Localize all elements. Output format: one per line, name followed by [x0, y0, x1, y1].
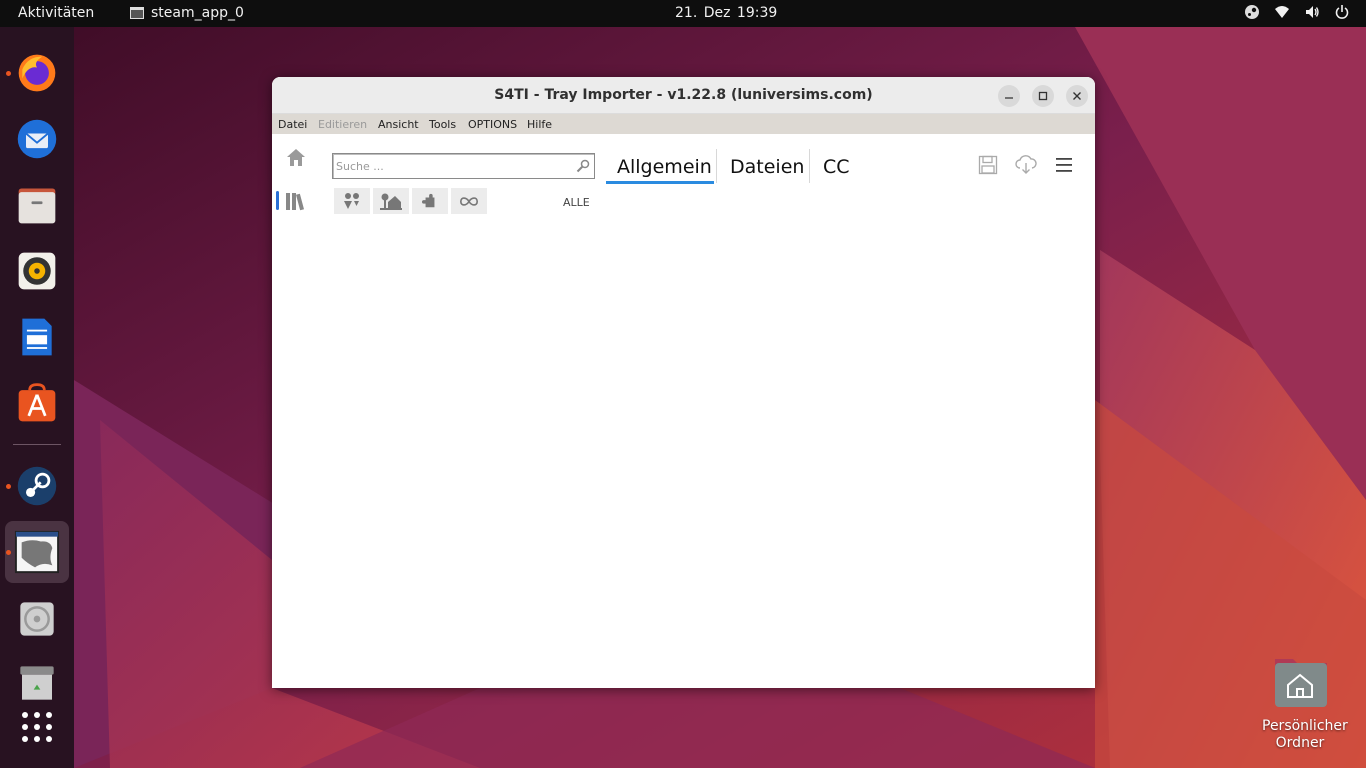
dock-software[interactable] [13, 379, 61, 427]
menu-datei[interactable]: Datei [278, 118, 307, 131]
dock-writer[interactable] [13, 313, 61, 361]
clock[interactable]: 21. Dez 19:39 [675, 5, 777, 21]
dock-steam[interactable] [13, 462, 61, 510]
search-box[interactable] [332, 153, 595, 179]
dock-disc[interactable] [13, 595, 61, 643]
save-button[interactable] [976, 153, 1000, 177]
filter-lots-button[interactable] [373, 188, 409, 214]
wifi-icon[interactable] [1274, 4, 1290, 20]
running-indicator [6, 71, 11, 76]
running-indicator [6, 484, 11, 489]
maximize-icon [1038, 91, 1048, 101]
window-titlebar[interactable]: S4TI - Tray Importer - v1.22.8 (lunivers… [272, 77, 1095, 114]
dock-firefox[interactable] [13, 49, 61, 97]
menu-tools[interactable]: Tools [429, 118, 456, 131]
home-folder-icon [1275, 659, 1327, 707]
app-menu[interactable]: steam_app_0 [130, 5, 244, 21]
library-icon[interactable] [285, 191, 307, 211]
dock-thunderbird[interactable] [13, 115, 61, 163]
sims-filter-icon [344, 193, 359, 209]
infinity-icon [459, 196, 479, 206]
library-selected-indicator [276, 191, 279, 210]
volume-icon[interactable] [1304, 4, 1320, 20]
search-input[interactable] [336, 157, 566, 175]
download-button[interactable] [1014, 153, 1038, 177]
dock-rhythmbox[interactable] [13, 247, 61, 295]
dock-s4ti-window[interactable] [13, 528, 61, 576]
rhythmbox-icon [18, 252, 56, 290]
app-window-icon [14, 530, 60, 574]
system-tray[interactable] [1244, 4, 1350, 20]
steam-icon[interactable] [1244, 4, 1260, 20]
dock [0, 27, 74, 768]
menu-bar: Datei Editieren Ansicht Tools OPTIONS Hi… [272, 114, 1095, 134]
steam-icon [17, 466, 57, 506]
top-bar: Aktivitäten steam_app_0 21. Dez 19:39 [0, 0, 1366, 27]
firefox-icon [18, 54, 56, 92]
lots-filter-icon [380, 193, 402, 210]
tab-separator [809, 149, 810, 183]
menu-ansicht[interactable]: Ansicht [378, 118, 419, 131]
hamburger-menu-icon [1056, 158, 1072, 172]
window-title: S4TI - Tray Importer - v1.22.8 (lunivers… [494, 87, 873, 103]
window-icon [130, 7, 144, 19]
dock-trash[interactable] [13, 659, 61, 707]
filter-all-button[interactable] [451, 188, 487, 214]
app-window: S4TI - Tray Importer - v1.22.8 (lunivers… [272, 77, 1095, 688]
home-icon[interactable] [286, 147, 306, 167]
minimize-icon [1005, 97, 1013, 99]
tab-allgemein[interactable]: Allgemein [617, 156, 712, 178]
puzzle-icon [422, 193, 435, 208]
activities-button[interactable]: Aktivitäten [18, 5, 94, 21]
trash-icon [20, 666, 54, 700]
thunderbird-icon [17, 119, 57, 159]
dock-show-applications[interactable] [13, 703, 61, 751]
home-folder-label-line2: Ordner [1275, 735, 1325, 751]
tab-cc[interactable]: CC [823, 156, 850, 178]
filter-label: ALLE [563, 196, 590, 209]
active-tab-indicator [606, 181, 714, 184]
cloud-download-icon [1015, 155, 1037, 174]
filter-sims-button[interactable] [334, 188, 370, 214]
filter-puzzle-button[interactable] [412, 188, 448, 214]
close-button[interactable] [1066, 85, 1088, 107]
minimize-button[interactable] [998, 85, 1020, 107]
ubuntu-software-icon [18, 383, 56, 422]
running-indicator [6, 550, 11, 555]
app-grid-icon [22, 712, 52, 742]
menu-button[interactable] [1052, 153, 1076, 177]
maximize-button[interactable] [1032, 85, 1054, 107]
menu-hilfe[interactable]: Hilfe [527, 118, 552, 131]
tab-separator [716, 149, 717, 183]
disc-icon [20, 602, 54, 636]
files-icon [18, 188, 56, 224]
menu-options[interactable]: OPTIONS [468, 118, 517, 131]
tab-dateien[interactable]: Dateien [730, 156, 804, 178]
writer-icon [22, 318, 52, 356]
search-icon[interactable] [576, 159, 590, 173]
power-icon[interactable] [1334, 4, 1350, 20]
app-menu-label: steam_app_0 [151, 5, 244, 21]
home-folder-label-line1: Persönlicher [1262, 718, 1348, 734]
close-icon [1073, 92, 1081, 100]
save-icon [978, 155, 998, 175]
menu-editieren[interactable]: Editieren [318, 118, 367, 131]
main-content: ALLE Allgemein Dateien CC [272, 134, 1095, 688]
dock-separator [13, 444, 61, 445]
desktop-home-folder[interactable]: Persönlicher Ordner [1262, 655, 1348, 752]
dock-files[interactable] [13, 181, 61, 229]
